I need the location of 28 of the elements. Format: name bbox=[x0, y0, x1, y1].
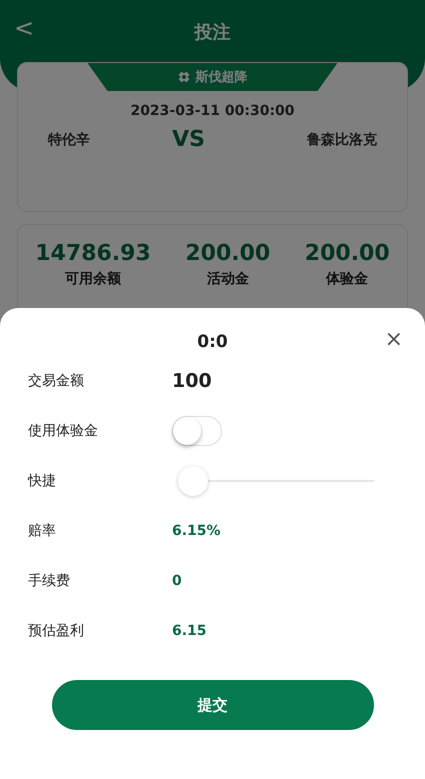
balance-label: 活动金 bbox=[206, 270, 249, 288]
score-title: 0:0 bbox=[197, 332, 228, 352]
toggle-switch[interactable] bbox=[172, 416, 222, 446]
field-label: 预估盈利 bbox=[28, 622, 85, 640]
balance-amount: 14786.93 bbox=[35, 241, 151, 266]
field-value: 6.15% bbox=[172, 523, 221, 539]
match-time: 2023-03-11 00:30:00 bbox=[130, 103, 295, 119]
field-label: 交易金额 bbox=[28, 372, 85, 390]
balance-amount: 200.00 bbox=[304, 241, 390, 266]
page-title: 投注 bbox=[194, 21, 230, 44]
league-name: 斯伐超降 bbox=[196, 69, 248, 86]
field-value: 0 bbox=[172, 573, 182, 589]
slider-track[interactable] bbox=[178, 466, 374, 496]
field-label: 赔率 bbox=[28, 522, 57, 540]
balance-amount: 200.00 bbox=[185, 241, 270, 266]
balance-label: 可用余额 bbox=[65, 270, 122, 288]
vs-label: VS bbox=[172, 127, 205, 152]
submit-button[interactable]: 提交 bbox=[52, 680, 374, 730]
field-label: 快捷 bbox=[28, 472, 57, 490]
balance-label: 体验金 bbox=[326, 270, 368, 288]
away-team: 鲁森比洛克 bbox=[307, 130, 377, 148]
soccer-ball-icon bbox=[178, 71, 190, 83]
slider-handle[interactable] bbox=[178, 466, 208, 496]
field-value: 6.15 bbox=[172, 623, 207, 639]
close-button[interactable]: × bbox=[384, 328, 403, 352]
field-label: 使用体验金 bbox=[28, 422, 99, 440]
field-label: 手续费 bbox=[28, 572, 71, 590]
home-team: 特伦辛 bbox=[48, 130, 90, 148]
